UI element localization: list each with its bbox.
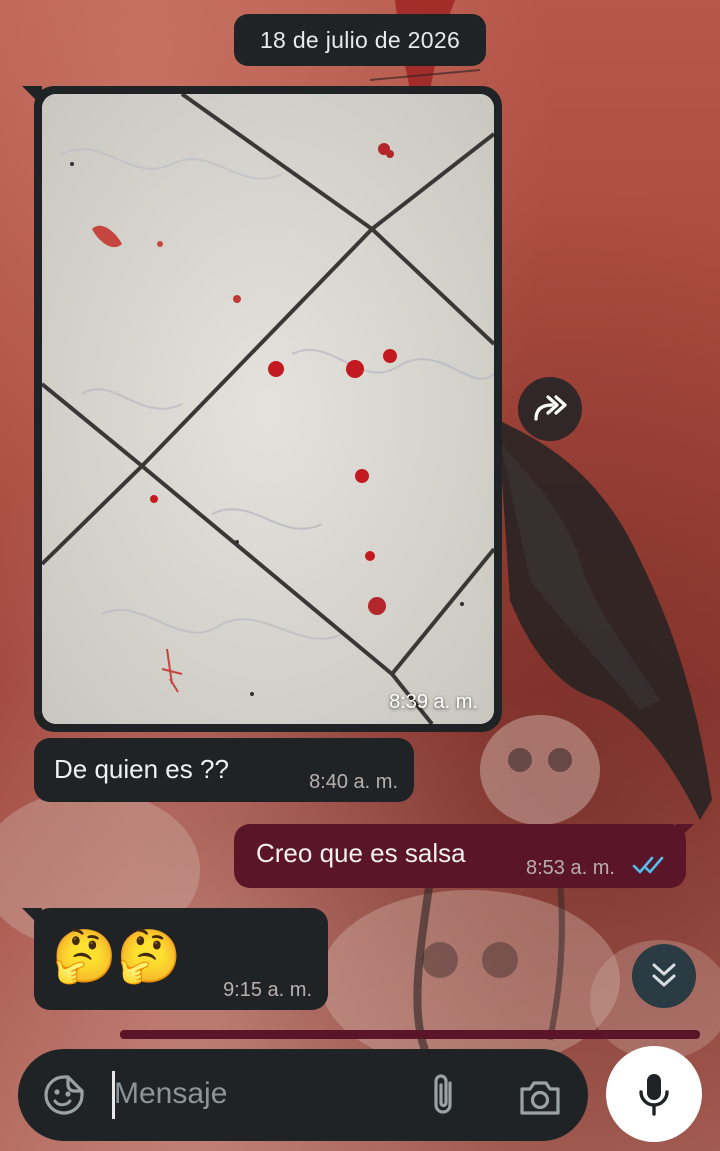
camera-icon[interactable] (518, 1075, 562, 1119)
next-message-edge (120, 1030, 700, 1039)
microphone-icon (639, 1074, 669, 1116)
bubble-tail (676, 824, 694, 842)
double-check-icon (632, 856, 664, 874)
message-time: 9:15 a. m. (223, 979, 312, 1001)
message-emoji-body: 🤔🤔 (52, 928, 182, 986)
date-separator: 18 de julio de 2026 (234, 14, 486, 66)
message-image-incoming[interactable]: 8:39 a. m. (34, 86, 502, 732)
paperclip-icon[interactable] (422, 1073, 466, 1117)
message-body: De quien es ?? (54, 754, 229, 784)
message-time: 8:53 a. m. (526, 857, 615, 879)
photo-tile-floor (42, 94, 494, 724)
forward-icon (534, 395, 567, 421)
message-text-incoming[interactable]: De quien es ?? 8:40 a. m. (34, 738, 414, 802)
message-composer: Mensaje (18, 1049, 588, 1141)
sticker-icon[interactable] (42, 1073, 86, 1117)
message-input[interactable]: Mensaje (114, 1077, 227, 1111)
forward-button[interactable] (518, 377, 582, 441)
message-emoji-incoming[interactable]: 🤔🤔 9:15 a. m. (34, 908, 328, 1010)
voice-message-button[interactable] (606, 1046, 702, 1142)
message-time: 8:40 a. m. (309, 771, 398, 793)
double-chevron-down-icon (652, 963, 676, 987)
message-text-outgoing[interactable]: Creo que es salsa 8:53 a. m. (234, 824, 686, 888)
message-time: 8:39 a. m. (389, 691, 478, 713)
shared-photo[interactable]: 8:39 a. m. (42, 94, 494, 724)
scroll-to-bottom-button[interactable] (632, 944, 696, 1008)
message-body: Creo que es salsa (256, 838, 466, 868)
date-separator-label: 18 de julio de 2026 (259, 26, 461, 53)
